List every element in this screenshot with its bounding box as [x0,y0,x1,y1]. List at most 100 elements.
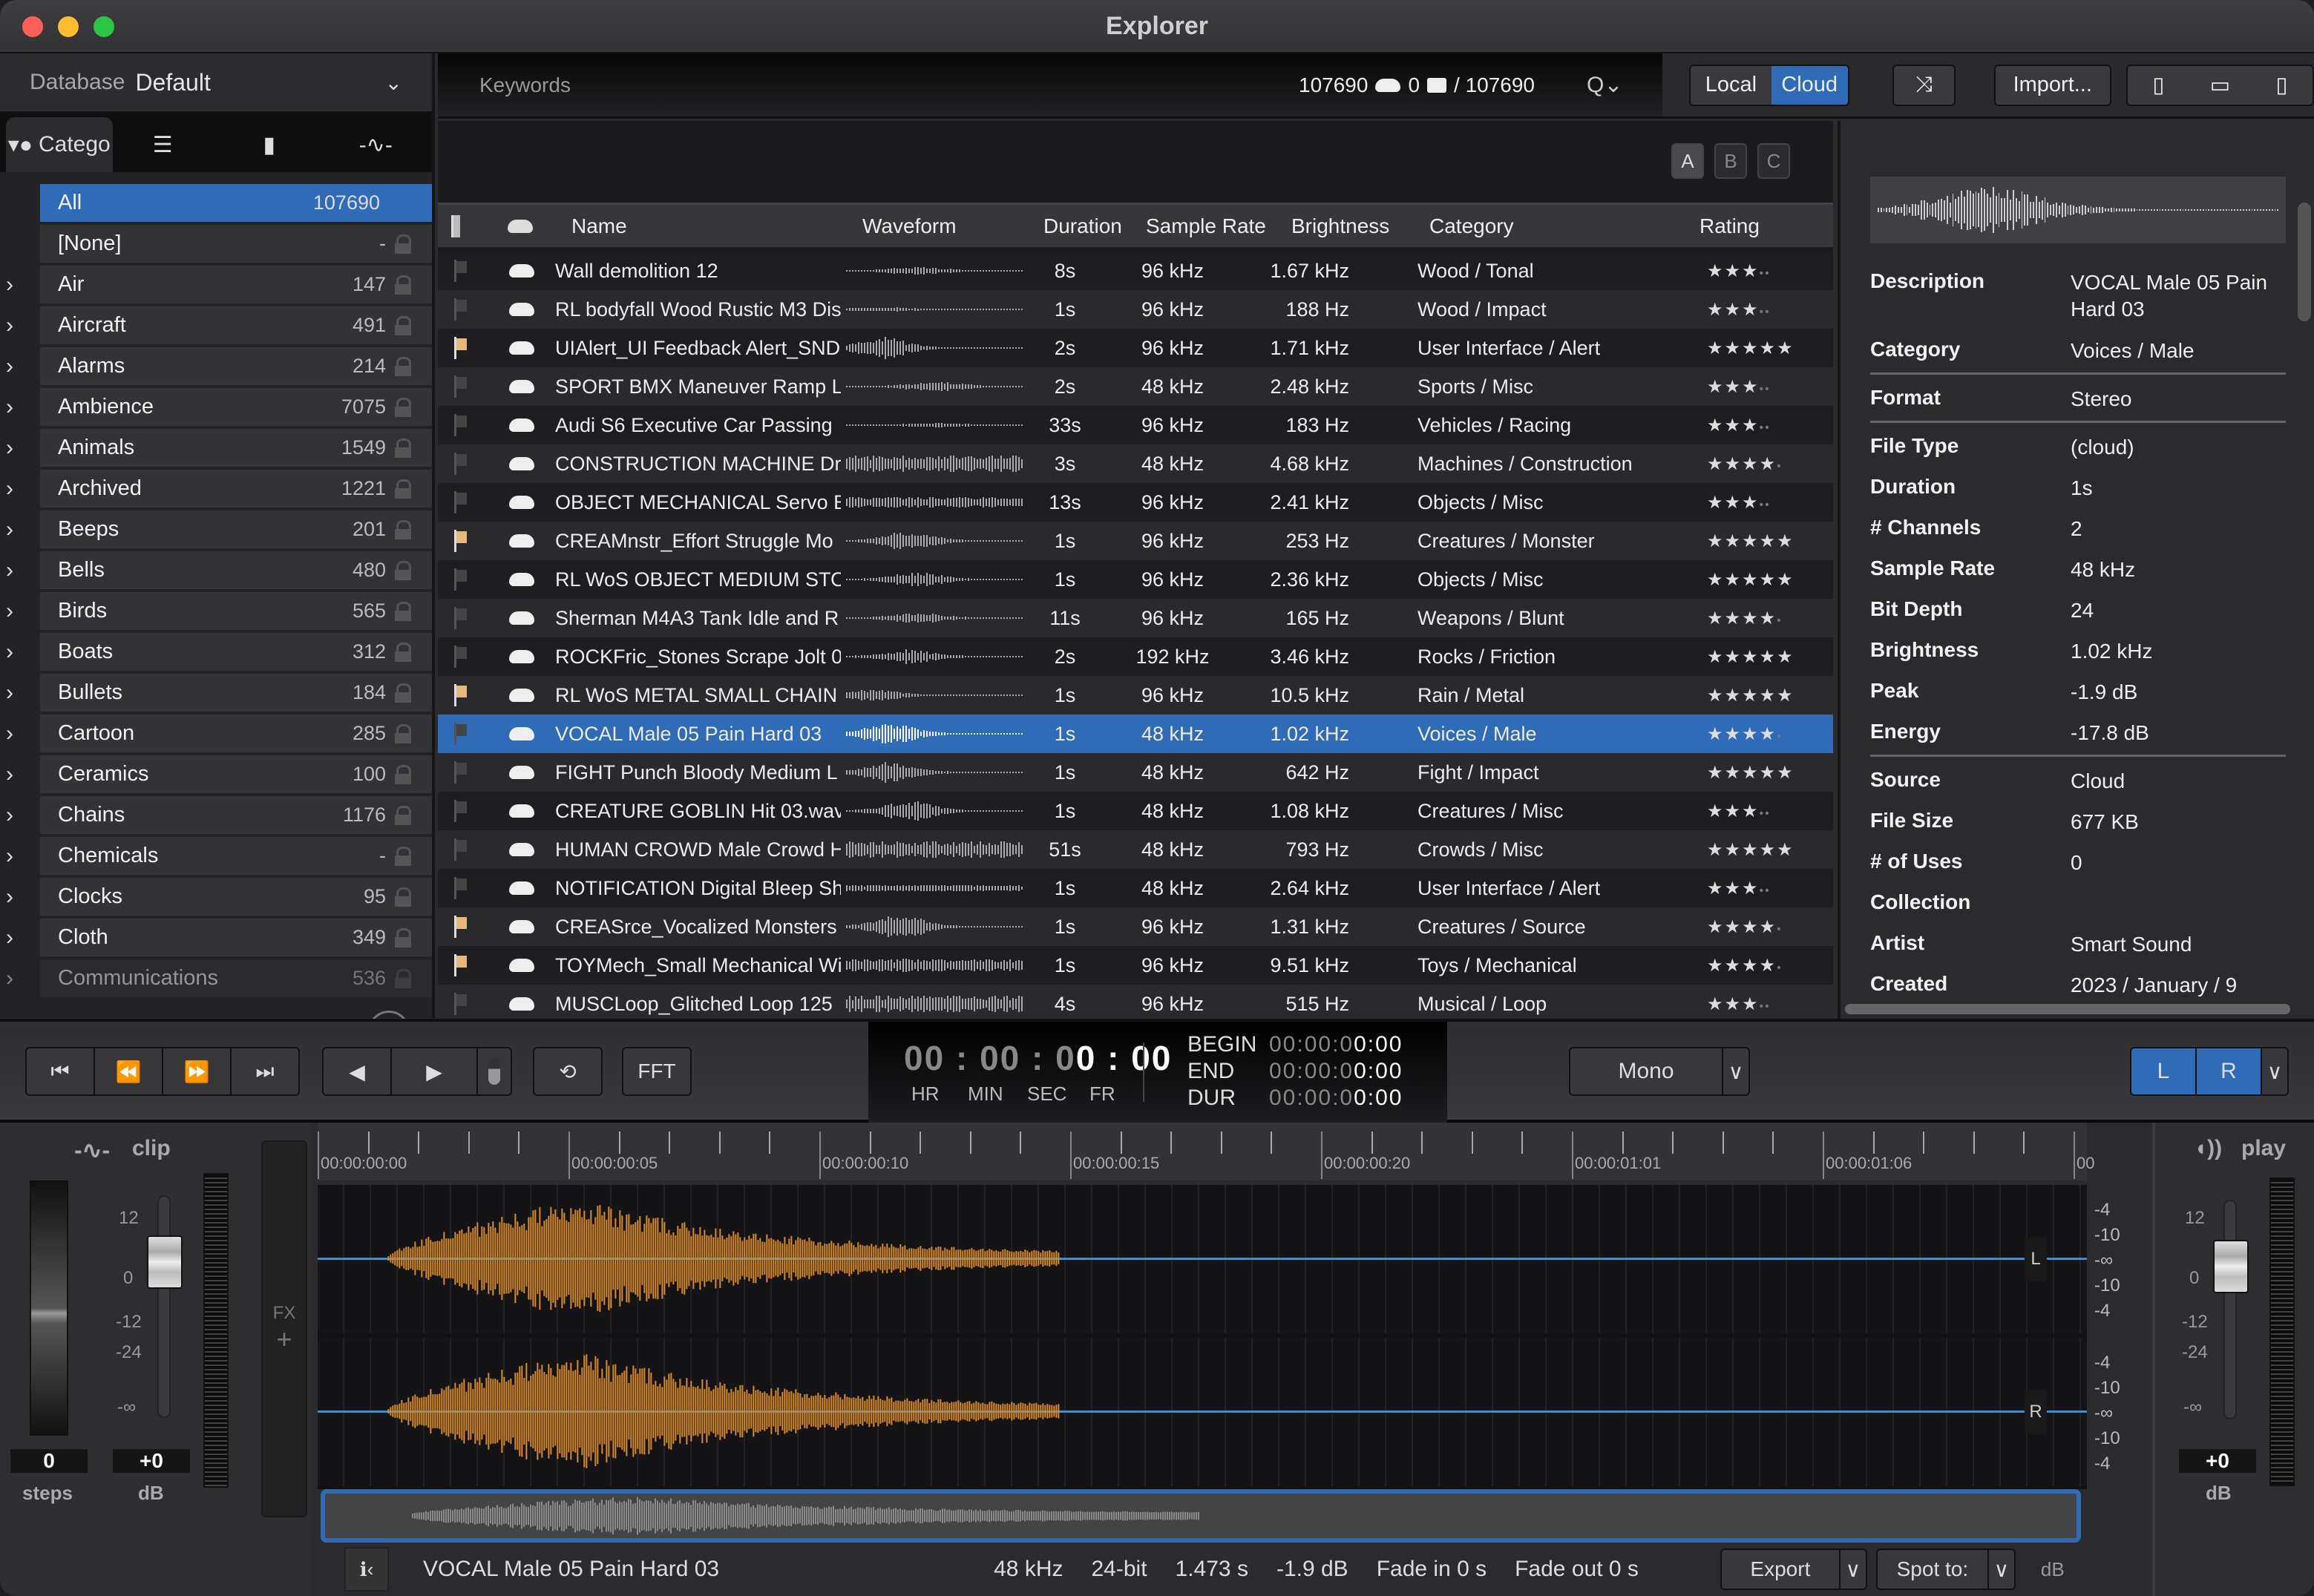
lock-icon[interactable] [395,805,411,825]
info-value[interactable]: Smart Sound [2071,931,2286,958]
info-value[interactable]: (cloud) [2071,434,2286,461]
table-row[interactable]: FIGHT Punch Bloody Medium L 1s 48 kHz 642 H… [438,753,1833,792]
sidebar-item-birds[interactable]: › Birds 565 [6,592,432,630]
play-gain-track[interactable] [2223,1200,2237,1419]
status-fade-in[interactable]: Fade in 0 s [1377,1557,1487,1582]
chevron-right-icon[interactable]: › [6,436,13,461]
clip-gain-fader[interactable] [147,1235,183,1289]
tab-categories[interactable]: ▾● Catego [6,117,113,172]
table-row[interactable]: NOTIFICATION Digital Bleep Shr 1s 48 kHz 2.… [438,869,1833,907]
rating-stars[interactable]: ★★★•• [1707,492,1811,513]
rating-stars[interactable]: ★★★★• [1707,453,1811,475]
play-button[interactable]: ▶ [392,1048,478,1094]
lock-icon[interactable] [395,560,411,580]
sidebar-item-bullets[interactable]: › Bullets 184 [6,674,432,712]
close-window-button[interactable] [22,16,43,37]
rating-stars[interactable]: ★★★•• [1707,801,1811,822]
flag-icon[interactable] [454,453,468,475]
lock-icon[interactable] [395,927,411,948]
compare-slot-b-button[interactable]: B [1714,143,1747,179]
flag-icon[interactable] [454,260,468,282]
rating-stars[interactable]: ★★★•• [1707,299,1811,321]
column-waveform[interactable]: Waveform [862,214,957,238]
rating-stars[interactable]: ★★★•• [1707,376,1811,398]
chevron-right-icon[interactable]: › [6,599,13,624]
table-row[interactable]: MUSCLoop_Glitched Loop 125 4s 96 kHz 515 Hz… [438,985,1833,1023]
search-options-icon[interactable]: Q⌄ [1587,72,1622,98]
zoom-window-button[interactable] [94,16,114,37]
local-button[interactable]: Local [1691,65,1771,105]
metadata-toggle-icon[interactable]: ℹ‹ [344,1547,389,1592]
chevron-right-icon[interactable]: › [6,272,13,298]
lock-icon[interactable] [395,683,411,703]
clip-gain-track[interactable] [157,1195,171,1418]
table-row[interactable]: VOCAL Male 05 Pain Hard 03 1s 48 kHz 1.02 k… [438,715,1833,753]
play-gain-value[interactable]: +0 [2179,1449,2256,1473]
table-row[interactable]: Wall demolition 12 8s 96 kHz 1.67 kHz Wood /… [438,252,1833,290]
sidebar-item-cartoon[interactable]: › Cartoon 285 [6,715,432,752]
info-vertical-scrollbar[interactable] [2298,203,2311,321]
lock-icon[interactable] [395,723,411,743]
info-value[interactable]: VOCAL Male 05 Pain Hard 03 [2071,269,2286,323]
table-row[interactable]: Sherman M4A3 Tank Idle and R 11s 96 kHz 165… [438,599,1833,637]
flag-column-icon[interactable] [451,215,465,237]
info-value[interactable]: 2 [2071,516,2286,542]
info-value[interactable]: 1s [2071,475,2286,502]
table-row[interactable]: ROCKFric_Stones Scrape Jolt 0 2s 192 kHz 3.… [438,637,1833,676]
go-to-end-button[interactable]: ⏭ [232,1048,298,1094]
tab-waveform[interactable]: -∿- [326,117,433,172]
table-row[interactable]: HUMAN CROWD Male Crowd H 51s 48 kHz 793 Hz C… [438,830,1833,869]
sidebar-item-alarms[interactable]: › Alarms 214 [6,347,432,385]
info-value[interactable] [2071,890,2286,914]
tab-list[interactable]: ☰ [113,117,220,172]
column-sample-rate[interactable]: Sample Rate [1146,214,1266,238]
column-duration[interactable]: Duration [1043,214,1122,238]
shuffle-button[interactable]: ⤨ [1892,64,1956,106]
cloud-button[interactable]: Cloud [1771,65,1848,105]
spot-to-button[interactable]: Spot to: ∨ [1875,1549,2016,1590]
timeline-ruler[interactable]: 00:00:00:00 00:00:00:05 00:00:00:10 00:00:0… [318,1123,2094,1180]
chevron-right-icon[interactable]: › [6,844,13,869]
dur-value[interactable]: 00:00:00:00 [1269,1086,1403,1111]
chevron-right-icon[interactable]: › [6,925,13,950]
flag-icon[interactable] [454,954,468,976]
chevron-right-icon[interactable]: › [6,354,13,379]
layout-bottom-panel-icon[interactable]: ▭ [2189,65,2251,105]
lock-icon[interactable] [395,764,411,784]
flag-icon[interactable] [454,877,468,899]
fast-forward-button[interactable]: ⏩ [163,1048,232,1094]
column-brightness[interactable]: Brightness [1291,214,1389,238]
table-row[interactable]: CREASrce_Vocalized Monsters 1s 96 kHz 1.31 … [438,907,1833,946]
rating-stars[interactable]: ★★★•• [1707,260,1811,282]
rating-stars[interactable]: ★★★★• [1707,916,1811,938]
info-value[interactable]: -1.9 dB [2071,679,2286,706]
info-horizontal-scrollbar[interactable] [1845,1004,2290,1014]
sidebar-item-communications[interactable]: › Communications 536 [6,959,432,997]
chevron-right-icon[interactable]: › [6,966,13,991]
sidebar-item-air[interactable]: › Air 147 [6,266,432,303]
chevron-right-icon[interactable]: › [6,803,13,828]
mono-select[interactable]: Mono ∨ [1569,1047,1750,1096]
flag-icon[interactable] [454,684,468,706]
channel-dropdown-icon[interactable]: ∨ [2262,1048,2287,1094]
table-row[interactable]: RL WoS OBJECT MEDIUM STO 1s 96 kHz 2.36 kHz… [438,560,1833,599]
play-gain-fader[interactable] [2213,1240,2249,1293]
lock-icon[interactable] [395,642,411,662]
flag-icon[interactable] [454,838,468,861]
flag-icon[interactable] [454,298,468,321]
table-row[interactable]: RL WoS METAL SMALL CHAIN 1s 96 kHz 10.5 kHz… [438,676,1833,715]
chevron-right-icon[interactable]: › [6,762,13,787]
info-value[interactable]: 2023 / January / 9 [2071,972,2286,999]
lock-icon[interactable] [395,479,411,499]
chevron-right-icon[interactable]: › [6,395,13,420]
chevron-right-icon[interactable]: › [6,476,13,502]
sidebar-item-chemicals[interactable]: › Chemicals - [6,837,432,875]
rating-stars[interactable]: ★★★•• [1707,994,1811,1015]
minimize-window-button[interactable] [58,16,79,37]
flag-icon[interactable] [454,607,468,629]
info-value[interactable]: Cloud [2071,768,2286,795]
info-value[interactable]: 677 KB [2071,809,2286,835]
clip-gain-value[interactable]: +0 [113,1449,190,1473]
end-value[interactable]: 00:00:00:00 [1269,1059,1403,1084]
rating-stars[interactable]: ★★★★★ [1707,531,1811,552]
